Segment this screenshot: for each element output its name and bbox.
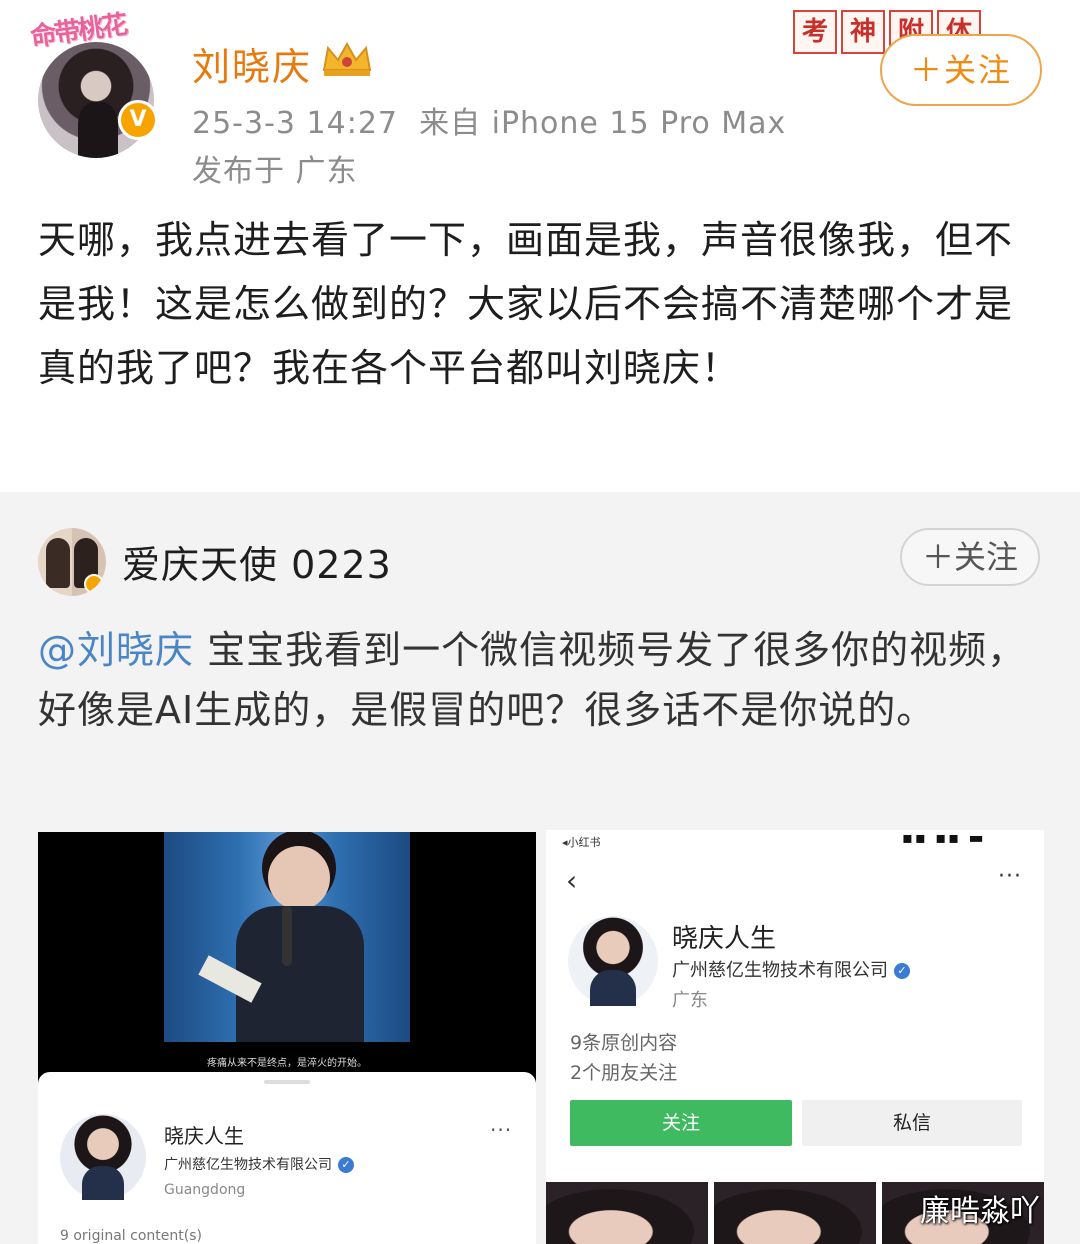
stamp-char: 神 [841, 10, 885, 54]
follow-button[interactable]: ＋关注 [900, 528, 1040, 586]
verified-icon: ✓ [894, 963, 910, 979]
video-thumbnail[interactable] [546, 1182, 708, 1244]
weibo-post: 命带桃花 V 刘晓庆 25-3-3 14:27 来自 iPhone 15 Pro… [0, 0, 1080, 492]
post-source: 来自 iPhone 15 Pro Max [419, 106, 787, 141]
repost-text: @刘晓庆 宝宝我看到一个微信视频号发了很多你的视频，好像是AI生成的，是假冒的吧… [38, 620, 1038, 740]
friends-follow-count: 2个朋友关注 [570, 1062, 678, 1084]
follow-button[interactable]: 关注 [570, 1100, 792, 1146]
status-bar-icons: ▪▪ ▪▪ ▬ [902, 830, 986, 847]
message-button[interactable]: 私信 [802, 1100, 1022, 1146]
profile-location: 广东 [672, 990, 708, 1011]
profile-company: 广州慈亿生物技术有限公司 ✓ [164, 1154, 354, 1174]
post-location: 发布于 广东 [192, 154, 358, 189]
video-subtitle: 疼痛从来不是终点，是淬火的开始。 [207, 1058, 367, 1069]
verified-badge-icon: V [118, 100, 158, 140]
more-icon[interactable]: ··· [998, 864, 1022, 889]
company-name: 广州慈亿生物技术有限公司 [164, 1157, 332, 1173]
stamp-char: 考 [793, 10, 837, 54]
post-meta: 25-3-3 14:27 来自 iPhone 15 Pro Max [192, 98, 786, 142]
verified-icon: ✓ [338, 1157, 354, 1173]
drag-handle[interactable] [264, 1080, 310, 1084]
profile-avatar [60, 1114, 146, 1200]
content-count: 9 original content(s) [60, 1228, 202, 1244]
profile-company: 广州慈亿生物技术有限公司 ✓ [672, 956, 910, 982]
original-count: 9条原创内容 [570, 1032, 678, 1054]
author-username[interactable]: 刘晓庆 [192, 36, 312, 91]
crown-icon [322, 41, 372, 76]
profile-card: 晓庆人生 广州慈亿生物技术有限公司 ✓ Guangdong ··· 9 origi… [38, 1072, 536, 1244]
commenter-avatar[interactable] [38, 528, 106, 596]
follow-button[interactable]: ＋关注 [880, 34, 1042, 106]
repost-card: 爱庆天使 0223 ＋关注 @刘晓庆 宝宝我看到一个微信视频号发了很多你的视频，… [0, 492, 1080, 1244]
mention-link[interactable]: @刘晓庆 [38, 628, 194, 672]
post-text: 天哪，我点进去看了一下，画面是我，声音很像我，但不是我！这是怎么做到的？大家以后… [38, 218, 1014, 390]
embedded-image-video[interactable]: 疼痛从来不是终点，是淬火的开始。 晓庆人生 广州慈亿生物技术有限公司 ✓ Guan… [38, 832, 536, 1244]
profile-location: Guangdong [164, 1182, 246, 1198]
more-icon[interactable]: ··· [490, 1118, 512, 1142]
profile-avatar [568, 916, 658, 1006]
embedded-image-profile[interactable]: ◂小红书 ▪▪ ▪▪ ▬ ‹ ··· 晓庆人生 广州慈亿生物技术有限公司 ✓ 广东… [546, 830, 1044, 1244]
company-name: 广州慈亿生物技术有限公司 [672, 960, 888, 981]
video-thumbnail[interactable] [714, 1182, 876, 1244]
profile-name: 晓庆人生 [164, 1124, 244, 1148]
video-frame [164, 832, 410, 1042]
post-timestamp: 25-3-3 14:27 [192, 106, 398, 141]
status-bar-app: ◂小红书 [562, 836, 601, 849]
microphone-icon [282, 906, 292, 966]
watermark-text: 廉晧淼吖 [920, 1194, 1040, 1229]
profile-name: 晓庆人生 [672, 924, 777, 954]
back-arrow-icon[interactable]: ‹ [566, 864, 577, 897]
commenter-username[interactable]: 爱庆天使 0223 [122, 534, 392, 589]
